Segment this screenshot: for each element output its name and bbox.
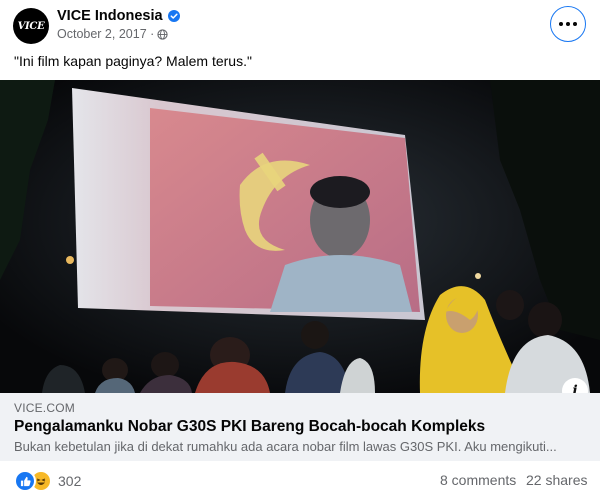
like-reaction-icon — [14, 470, 36, 492]
outdoor-screening-photo — [0, 80, 600, 393]
post-footer: 302 8 comments 22 shares — [0, 461, 600, 500]
link-description: Bukan kebetulan jika di dekat rumahku ad… — [14, 439, 557, 454]
link-domain: VICE.COM — [14, 401, 75, 415]
meta-separator: · — [146, 27, 155, 41]
post-meta: October 2, 2017 · — [57, 27, 168, 41]
link-preview[interactable]: VICE.COM Pengalamanku Nobar G30S PKI Bar… — [0, 393, 600, 461]
page-avatar[interactable]: VICE — [13, 8, 49, 44]
vice-logo: VICE — [17, 20, 45, 32]
post-caption: "Ini film kapan paginya? Malem terus." — [14, 53, 252, 69]
post-header: VICE VICE Indonesia October 2, 2017 · — [0, 0, 600, 50]
more-options-button[interactable] — [550, 6, 586, 42]
post-image[interactable]: i — [0, 80, 600, 393]
globe-icon[interactable] — [157, 28, 168, 40]
page-name[interactable]: VICE Indonesia — [57, 8, 180, 24]
shares-count[interactable]: 22 shares — [526, 472, 587, 488]
verified-badge-icon — [167, 10, 180, 22]
comments-count[interactable]: 8 comments — [440, 472, 516, 488]
reactions-summary[interactable]: 302 — [14, 470, 81, 492]
facebook-post: VICE VICE Indonesia October 2, 2017 · "I… — [0, 0, 600, 500]
more-options-icon — [559, 22, 577, 26]
reaction-count: 302 — [58, 473, 82, 489]
post-date[interactable]: October 2, 2017 — [57, 27, 147, 41]
info-icon: i — [572, 383, 578, 393]
page-name-text[interactable]: VICE Indonesia — [57, 8, 163, 24]
link-title[interactable]: Pengalamanku Nobar G30S PKI Bareng Bocah… — [14, 418, 485, 436]
